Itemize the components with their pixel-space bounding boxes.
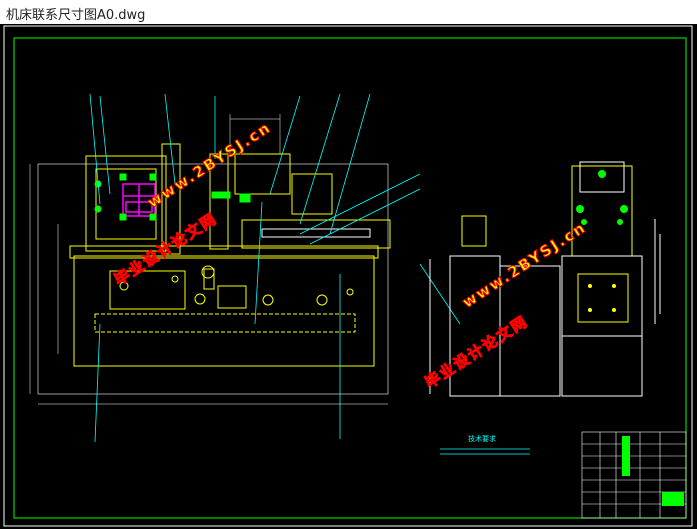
drawing-canvas[interactable]: 技术要求 www.2BYSJ.cn 毕业设计论文网 www.2BYSJ.cn 毕… — [0, 24, 697, 529]
side-motor — [461, 215, 487, 247]
bolt-circle — [194, 293, 206, 305]
watermark-cn: 毕业设计论文网 — [421, 311, 532, 392]
window-title: 机床联系尺寸图A0.dwg — [6, 8, 146, 23]
watermark-cn: 毕业设计论文网 — [110, 209, 221, 290]
window-titlebar: 机床联系尺寸图A0.dwg — [0, 0, 697, 24]
side-green-markers — [576, 170, 628, 225]
title-block — [581, 431, 687, 519]
bolt-circle — [346, 288, 354, 296]
tech-requirements-heading: 技术要求 — [468, 435, 496, 443]
bolt-circle — [262, 294, 274, 306]
gearbox — [217, 285, 247, 309]
bolt-circle — [316, 294, 328, 306]
tech-requirements-block — [440, 448, 530, 455]
